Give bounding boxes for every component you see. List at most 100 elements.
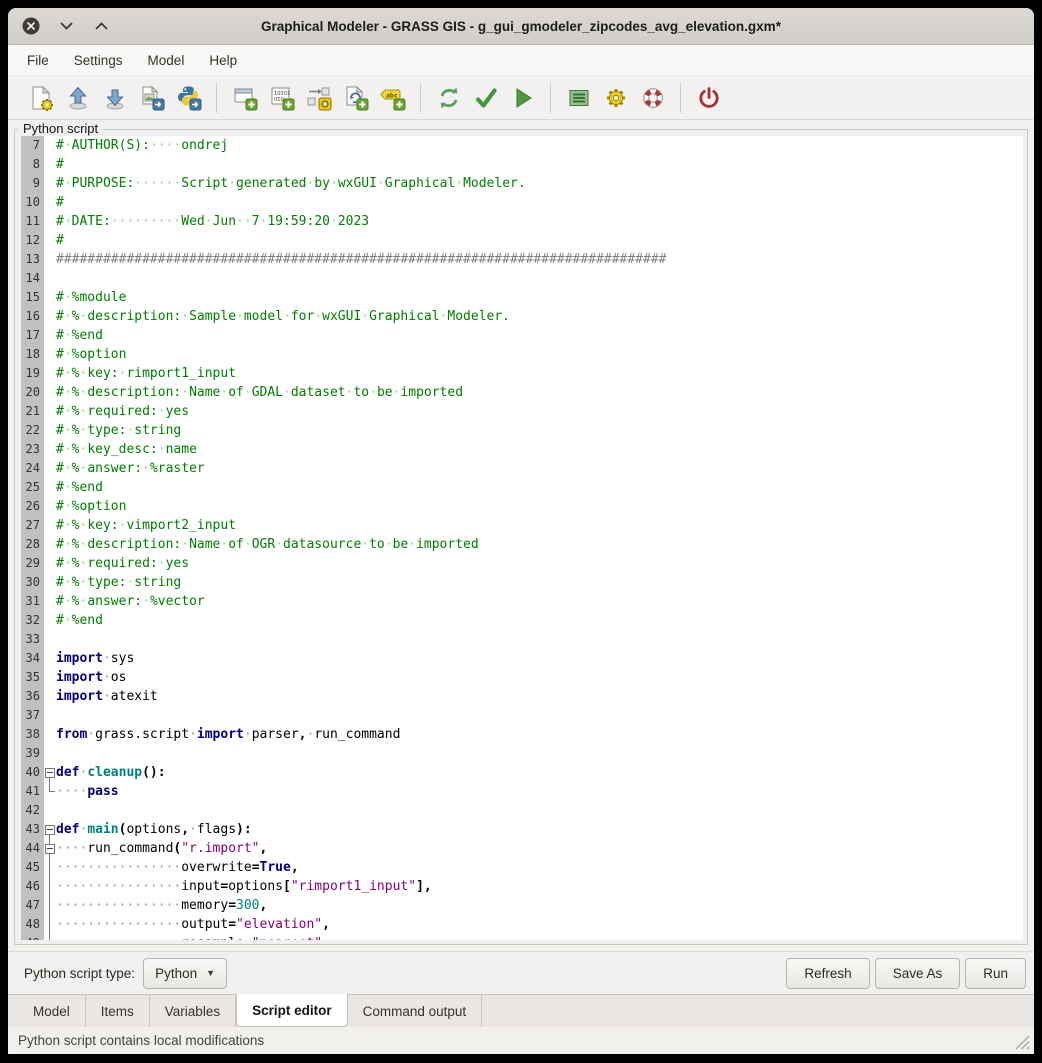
line-number: 37 bbox=[21, 706, 44, 725]
code-lines: 7#·AUTHOR(S):····ondrej8#9#·PURPOSE:····… bbox=[21, 136, 1023, 940]
line-number: 13 bbox=[21, 250, 44, 269]
tab-variables[interactable]: Variables bbox=[150, 995, 236, 1027]
code-text: def·cleanup(): bbox=[56, 763, 1023, 782]
fold-margin[interactable] bbox=[44, 839, 56, 858]
code-text: #·%·answer:·%raster bbox=[56, 459, 1023, 478]
fold-margin[interactable] bbox=[44, 820, 56, 839]
new-model-button[interactable] bbox=[26, 83, 55, 112]
chevron-down-icon: ▼ bbox=[206, 968, 215, 978]
maximize-button[interactable] bbox=[92, 17, 110, 35]
add-relation-button[interactable] bbox=[304, 83, 333, 112]
tab-script-editor[interactable]: Script editor bbox=[236, 994, 348, 1027]
code-line: 41····pass bbox=[21, 782, 1023, 801]
fold-margin bbox=[44, 649, 56, 668]
fold-margin bbox=[44, 516, 56, 535]
line-number: 21 bbox=[21, 402, 44, 421]
close-button[interactable] bbox=[22, 17, 40, 35]
redraw-model-button[interactable] bbox=[434, 83, 463, 112]
add-command-button[interactable] bbox=[230, 83, 259, 112]
code-text: #·%·description:·Sample·model·for·wxGUI·… bbox=[56, 307, 1023, 326]
open-model-button[interactable] bbox=[63, 83, 92, 112]
line-number: 45 bbox=[21, 858, 44, 877]
code-text: # bbox=[56, 155, 1023, 174]
code-line: 33 bbox=[21, 630, 1023, 649]
code-line: 32#·%end bbox=[21, 611, 1023, 630]
tab-model[interactable]: Model bbox=[18, 995, 86, 1027]
line-number: 26 bbox=[21, 497, 44, 516]
redraw-model-icon bbox=[436, 85, 462, 111]
fold-margin bbox=[44, 744, 56, 763]
add-data-button[interactable]: IOIOI OIO bbox=[267, 83, 296, 112]
fold-margin bbox=[44, 193, 56, 212]
code-text: #·%option bbox=[56, 497, 1023, 516]
fold-margin bbox=[44, 269, 56, 288]
export-python-button[interactable] bbox=[174, 83, 203, 112]
toolbar: IOIOI OIO bbox=[8, 76, 1034, 120]
menu-settings[interactable]: Settings bbox=[73, 51, 124, 70]
save-model-button[interactable] bbox=[100, 83, 129, 112]
code-text: #·%·required:·yes bbox=[56, 554, 1023, 573]
code-text: #·%·answer:·%vector bbox=[56, 592, 1023, 611]
line-number: 44 bbox=[21, 839, 44, 858]
tab-command-output[interactable]: Command output bbox=[348, 995, 483, 1027]
fold-margin bbox=[44, 459, 56, 478]
code-line: 9#·PURPOSE:······Script·generated·by·wxG… bbox=[21, 174, 1023, 193]
code-text: #·%end bbox=[56, 611, 1023, 630]
menu-file[interactable]: File bbox=[26, 51, 50, 70]
line-number: 12 bbox=[21, 231, 44, 250]
minimize-icon bbox=[60, 22, 73, 30]
fold-margin bbox=[44, 706, 56, 725]
line-number: 14 bbox=[21, 269, 44, 288]
run-model-button[interactable] bbox=[508, 83, 537, 112]
code-line: 21#·%·required:·yes bbox=[21, 402, 1023, 421]
menu-model[interactable]: Model bbox=[147, 51, 186, 70]
resize-grip[interactable] bbox=[1013, 1033, 1030, 1050]
fold-margin bbox=[44, 535, 56, 554]
fold-margin bbox=[44, 801, 56, 820]
script-type-dropdown[interactable]: Python ▼ bbox=[143, 958, 227, 989]
code-text: ················resample="nearest" bbox=[56, 934, 1023, 940]
model-properties-button[interactable] bbox=[564, 83, 593, 112]
run-button[interactable]: Run bbox=[965, 958, 1026, 989]
python-code-editor[interactable]: 7#·AUTHOR(S):····ondrej8#9#·PURPOSE:····… bbox=[21, 136, 1023, 940]
add-comment-button[interactable]: abc bbox=[378, 83, 407, 112]
quit-button[interactable] bbox=[694, 83, 723, 112]
help-button[interactable] bbox=[638, 83, 667, 112]
code-text: #·%end bbox=[56, 326, 1023, 345]
menu-help[interactable]: Help bbox=[208, 51, 238, 70]
code-line: 16#·%·description:·Sample·model·for·wxGU… bbox=[21, 307, 1023, 326]
add-loop-button[interactable] bbox=[341, 83, 370, 112]
fold-margin bbox=[44, 668, 56, 687]
title-bar[interactable]: Graphical Modeler - GRASS GIS - g_gui_gm… bbox=[8, 8, 1034, 45]
save-as-button[interactable]: Save As bbox=[875, 958, 961, 989]
code-line: 8# bbox=[21, 155, 1023, 174]
line-number: 28 bbox=[21, 535, 44, 554]
code-text: # bbox=[56, 193, 1023, 212]
validate-model-button[interactable] bbox=[471, 83, 500, 112]
code-text: #·%·description:·Name·of·GDAL·dataset·to… bbox=[56, 383, 1023, 402]
code-line: 25#·%end bbox=[21, 478, 1023, 497]
fold-margin bbox=[44, 364, 56, 383]
refresh-button[interactable]: Refresh bbox=[786, 958, 869, 989]
fold-margin bbox=[44, 896, 56, 915]
line-number: 36 bbox=[21, 687, 44, 706]
code-line: 37 bbox=[21, 706, 1023, 725]
minimize-button[interactable] bbox=[57, 17, 75, 35]
fold-margin[interactable] bbox=[44, 763, 56, 782]
line-number: 46 bbox=[21, 877, 44, 896]
fold-margin bbox=[44, 383, 56, 402]
code-text: ····pass bbox=[56, 782, 1023, 801]
tab-items[interactable]: Items bbox=[86, 995, 150, 1027]
fold-margin bbox=[44, 250, 56, 269]
modeler-window: Graphical Modeler - GRASS GIS - g_gui_gm… bbox=[8, 8, 1034, 1054]
preferences-button[interactable] bbox=[601, 83, 630, 112]
export-image-button[interactable] bbox=[137, 83, 166, 112]
code-line: 45················overwrite=True, bbox=[21, 858, 1023, 877]
code-line: 10# bbox=[21, 193, 1023, 212]
code-text: ····run_command("r.import", bbox=[56, 839, 1023, 858]
window-title: Graphical Modeler - GRASS GIS - g_gui_gm… bbox=[8, 19, 1034, 34]
code-text: #·%option bbox=[56, 345, 1023, 364]
code-line: 47················memory=300, bbox=[21, 896, 1023, 915]
model-properties-icon bbox=[566, 85, 592, 111]
toolbar-separator bbox=[550, 83, 551, 113]
